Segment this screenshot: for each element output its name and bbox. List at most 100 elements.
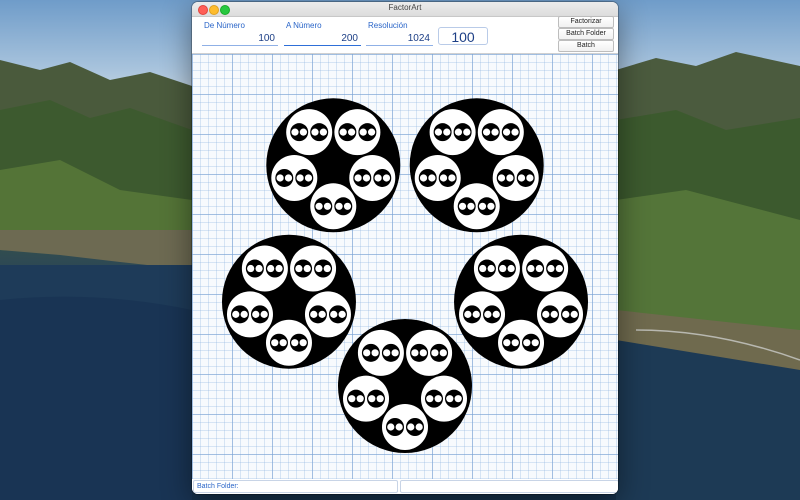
factor-eye-dot bbox=[555, 264, 563, 273]
factor-eye-dot bbox=[374, 174, 382, 182]
factor-eye-dot bbox=[275, 264, 283, 273]
factor-eye-dot bbox=[359, 128, 367, 136]
factor-eye-dot bbox=[367, 128, 376, 136]
factor-eye-dot bbox=[479, 264, 487, 273]
factor-eye-dot bbox=[507, 264, 515, 273]
factor-eye-dot bbox=[347, 128, 356, 136]
factor-eye-dot bbox=[299, 339, 307, 347]
factor-eye-dot bbox=[439, 349, 447, 357]
from-number-input[interactable]: 100 bbox=[202, 32, 278, 46]
factor-eye-dot bbox=[562, 310, 570, 318]
to-number-label: A Número bbox=[286, 21, 322, 30]
factor-eye-dot bbox=[295, 264, 303, 273]
factor-eye-dot bbox=[318, 310, 326, 318]
factor-art-drawing bbox=[221, 98, 589, 453]
factor-eye-dot bbox=[527, 264, 535, 273]
factor-eye-dot bbox=[240, 310, 248, 318]
factor-eye-dot bbox=[330, 310, 338, 318]
factor-eye-dot bbox=[454, 395, 462, 403]
factor-eye-dot bbox=[503, 339, 511, 347]
factor-eye-dot bbox=[339, 128, 347, 136]
factor-eye-dot bbox=[343, 202, 352, 210]
factor-eye-dot bbox=[310, 310, 318, 318]
factor-eye-dot bbox=[542, 310, 550, 318]
factor-eye-dot bbox=[550, 310, 558, 318]
factor-eye-dot bbox=[291, 339, 299, 347]
factor-eye-dot bbox=[511, 128, 519, 136]
factor-eye-dot bbox=[497, 174, 506, 182]
factor-eye-dot bbox=[362, 174, 371, 182]
factor-eye-dot bbox=[387, 423, 395, 431]
factor-eye-dot bbox=[315, 202, 323, 210]
factor-eye-dot bbox=[446, 395, 454, 403]
factor-eye-dot bbox=[303, 264, 311, 273]
batch-folder-path-field: Batch Folder: bbox=[193, 480, 398, 493]
art-canvas bbox=[192, 53, 618, 480]
status-bar: Batch Folder: bbox=[192, 479, 618, 494]
factor-eye-dot bbox=[426, 395, 434, 403]
factor-eye-dot bbox=[517, 174, 526, 182]
from-number-label: De Número bbox=[204, 21, 245, 30]
resolution-input[interactable]: 1024 bbox=[366, 32, 433, 46]
factor-eye-dot bbox=[335, 202, 343, 210]
factor-eye-dot bbox=[255, 264, 263, 273]
factor-eye-dot bbox=[363, 349, 371, 357]
factor-eye-dot bbox=[531, 339, 539, 347]
factor-eye-dot bbox=[382, 174, 391, 182]
factor-eye-dot bbox=[395, 423, 403, 431]
factor-eye-dot bbox=[478, 202, 487, 210]
title-bar[interactable]: FactorArt bbox=[192, 2, 618, 17]
factor-eye-dot bbox=[483, 128, 491, 136]
factor-eye-dot bbox=[371, 349, 379, 357]
factor-eye-dot bbox=[296, 174, 304, 182]
factor-eye-dot bbox=[499, 264, 507, 273]
factor-eye-dot bbox=[311, 128, 319, 136]
factor-eye-dot bbox=[299, 128, 307, 136]
batch-button[interactable]: Batch bbox=[558, 40, 614, 52]
factor-eye-dot bbox=[448, 174, 456, 182]
factor-eye-dot bbox=[376, 395, 384, 403]
factor-eye-dot bbox=[526, 174, 534, 182]
desktop-landscape-left bbox=[0, 60, 192, 500]
factor-eye-dot bbox=[323, 264, 331, 273]
factor-eye-dot bbox=[252, 310, 260, 318]
factor-eye-dot bbox=[304, 174, 313, 182]
factor-eye-dot bbox=[319, 128, 327, 136]
factor-eye-dot bbox=[276, 174, 284, 182]
factor-eye-dot bbox=[547, 264, 555, 273]
factor-eye-dot bbox=[391, 349, 399, 357]
to-number-input[interactable]: 200 bbox=[284, 32, 361, 46]
factor-eye-dot bbox=[472, 310, 480, 318]
status-message-field bbox=[400, 480, 618, 493]
factor-eye-dot bbox=[431, 349, 439, 357]
factor-eye-dot bbox=[491, 128, 499, 136]
factor-eye-dot bbox=[492, 310, 500, 318]
factor-eye-dot bbox=[419, 174, 428, 182]
factor-eye-dot bbox=[464, 310, 472, 318]
factor-eye-dot bbox=[443, 128, 451, 136]
factor-eye-dot bbox=[523, 339, 531, 347]
factor-eye-dot bbox=[279, 339, 287, 347]
factor-eye-dot bbox=[434, 128, 443, 136]
factor-eye-dot bbox=[463, 128, 471, 136]
current-number-display: 100 bbox=[438, 27, 488, 45]
factor-eye-dot bbox=[354, 174, 362, 182]
factor-eye-dot bbox=[487, 202, 495, 210]
factor-eye-dot bbox=[348, 395, 356, 403]
resolution-label: Resolución bbox=[368, 21, 408, 30]
batch-folder-button[interactable]: Batch Folder bbox=[558, 28, 614, 40]
factor-eye-dot bbox=[434, 395, 442, 403]
factor-eye-dot bbox=[467, 202, 475, 210]
factor-eye-dot bbox=[284, 174, 293, 182]
factor-eye-dot bbox=[419, 349, 427, 357]
factor-eye-dot bbox=[411, 349, 419, 357]
factor-eye-dot bbox=[570, 310, 578, 318]
factor-eye-dot bbox=[511, 339, 519, 347]
factor-eye-dot bbox=[503, 128, 511, 136]
factor-eye-dot bbox=[356, 395, 364, 403]
factor-eye-dot bbox=[267, 264, 275, 273]
toolbar: De Número 100 A Número 200 Resolución 10… bbox=[192, 17, 618, 53]
factor-eye-dot bbox=[458, 202, 467, 210]
factor-eye-dot bbox=[415, 423, 423, 431]
factorize-button[interactable]: Factorizar bbox=[558, 16, 614, 28]
